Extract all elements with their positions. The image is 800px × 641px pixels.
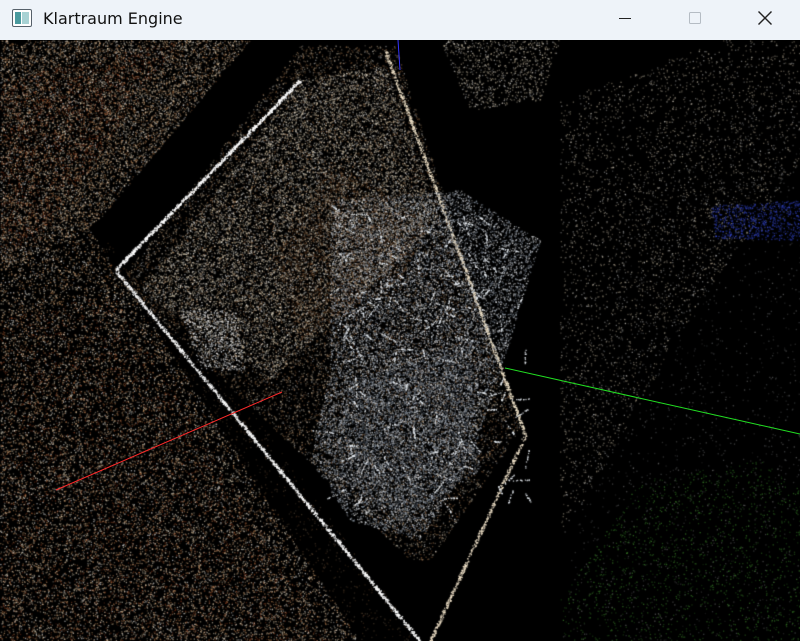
- x-axis-line: [55, 391, 283, 491]
- maximize-button[interactable]: [660, 0, 730, 40]
- y-axis-line: [504, 367, 800, 435]
- minimize-icon: [617, 10, 633, 31]
- app-window-icon: [12, 9, 32, 27]
- close-icon: [757, 10, 773, 31]
- app-window: Klartraum Engine: [0, 0, 800, 641]
- title-bar[interactable]: Klartraum Engine: [0, 0, 800, 40]
- minimize-button[interactable]: [590, 0, 660, 40]
- maximize-icon: [687, 10, 703, 31]
- render-viewport[interactable]: [0, 40, 800, 641]
- close-button[interactable]: [730, 0, 800, 40]
- window-title: Klartraum Engine: [43, 9, 183, 28]
- z-axis-line: [397, 40, 401, 71]
- axes-overlay: [55, 40, 800, 491]
